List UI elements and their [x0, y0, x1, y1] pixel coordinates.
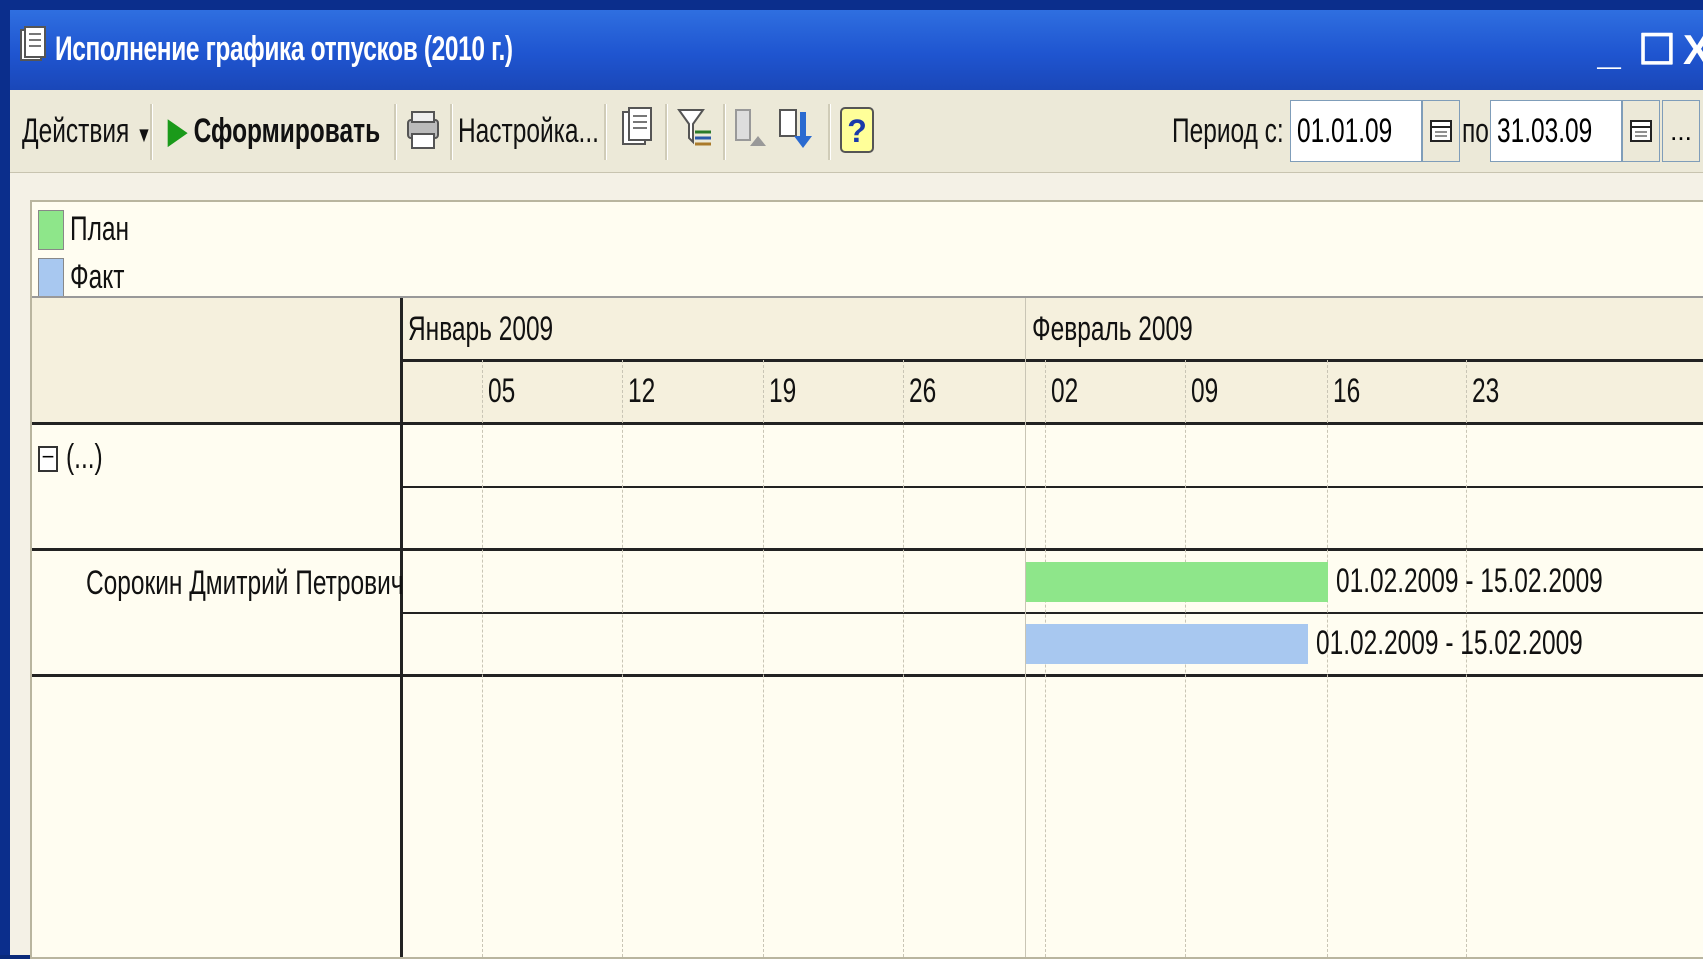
period-from-input[interactable]: 01.01.09	[1290, 100, 1422, 162]
play-icon: ▶	[168, 112, 187, 150]
week-label: 02	[1051, 372, 1079, 410]
row-divider	[402, 612, 1703, 614]
week-label: 23	[1472, 372, 1500, 410]
form-button[interactable]: ▶ Сформировать	[168, 104, 380, 158]
fact-bar[interactable]	[1026, 624, 1308, 664]
toolbar-separator	[723, 104, 726, 160]
sort-down-icon[interactable]	[774, 102, 818, 158]
row-divider	[32, 548, 1703, 551]
header-bottom-line	[32, 422, 1703, 425]
printer-icon[interactable]	[400, 102, 444, 158]
minimize-button[interactable]: _	[1587, 22, 1631, 78]
fact-range-label: 01.02.2009 - 15.02.2009	[1316, 624, 1583, 662]
week-label: 12	[628, 372, 656, 410]
actions-label: Действия	[22, 112, 130, 150]
report-icon[interactable]	[615, 102, 659, 158]
toolbar: Действия ▼ ▶ Сформировать Настройка... ?…	[10, 90, 1703, 173]
period-to-calendar-button[interactable]	[1622, 100, 1660, 162]
legend-plan-label: План	[70, 210, 130, 248]
form-label: Сформировать	[193, 112, 381, 150]
toolbar-separator	[394, 104, 397, 160]
legend-fact-swatch	[38, 258, 64, 298]
week-label: 26	[909, 372, 937, 410]
calendar-icon	[1630, 120, 1652, 142]
svg-text:?: ?	[847, 113, 867, 149]
window-title: Исполнение графика отпусков (2010 г.)	[55, 30, 513, 68]
month-label-january: Январь 2009	[408, 310, 554, 348]
month-label-february: Февраль 2009	[1032, 310, 1193, 348]
filter-icon[interactable]	[673, 102, 717, 158]
toolbar-separator	[150, 104, 153, 160]
week-gridline	[903, 360, 904, 957]
collapse-toggle-icon[interactable]: −	[38, 446, 58, 472]
sort-up-icon[interactable]	[728, 102, 772, 158]
employee-name[interactable]: Сорокин Дмитрий Петрович	[86, 564, 404, 603]
close-button[interactable]: X	[1675, 22, 1703, 78]
week-label: 05	[488, 372, 516, 410]
period-to-value: 31.03.09	[1497, 112, 1593, 150]
name-column-divider	[400, 298, 403, 957]
period-from-label: Период с:	[1172, 112, 1284, 150]
group-label[interactable]: (...)	[66, 438, 103, 477]
plan-bar[interactable]	[1026, 562, 1328, 602]
gantt-panel: План Факт Январь 2009 Февраль 2009 05 12…	[30, 200, 1703, 959]
month-week-divider	[402, 359, 1703, 362]
row-divider	[32, 674, 1703, 677]
toolbar-separator	[604, 104, 607, 160]
week-label: 19	[769, 372, 797, 410]
title-bar: Исполнение графика отпусков (2010 г.) _ …	[10, 10, 1703, 90]
period-from-calendar-button[interactable]	[1422, 100, 1460, 162]
actions-menu[interactable]: Действия ▼	[22, 104, 152, 158]
maximize-button[interactable]: ☐	[1635, 22, 1679, 78]
period-to-input[interactable]: 31.03.09	[1490, 100, 1622, 162]
plan-range-label: 01.02.2009 - 15.02.2009	[1336, 562, 1603, 600]
period-select-button[interactable]: ...	[1662, 100, 1700, 162]
period-from-value: 01.01.09	[1297, 112, 1393, 150]
legend-plan-swatch	[38, 210, 64, 250]
week-label: 09	[1191, 372, 1219, 410]
week-gridline	[622, 360, 623, 957]
toolbar-separator	[828, 104, 831, 160]
app-window: Исполнение графика отпусков (2010 г.) _ …	[0, 0, 1703, 959]
document-icon	[20, 26, 46, 61]
toolbar-separator	[665, 104, 668, 160]
week-gridline	[482, 360, 483, 957]
week-label: 16	[1333, 372, 1361, 410]
legend-fact-label: Факт	[70, 258, 125, 296]
window-client: Действия ▼ ▶ Сформировать Настройка... ?…	[10, 90, 1703, 959]
week-gridline	[763, 360, 764, 957]
calendar-icon	[1430, 120, 1452, 142]
settings-button[interactable]: Настройка...	[458, 104, 599, 158]
row-divider	[402, 486, 1703, 488]
toolbar-separator	[450, 104, 453, 160]
legend-divider	[32, 296, 1703, 298]
help-icon[interactable]: ?	[835, 102, 879, 158]
